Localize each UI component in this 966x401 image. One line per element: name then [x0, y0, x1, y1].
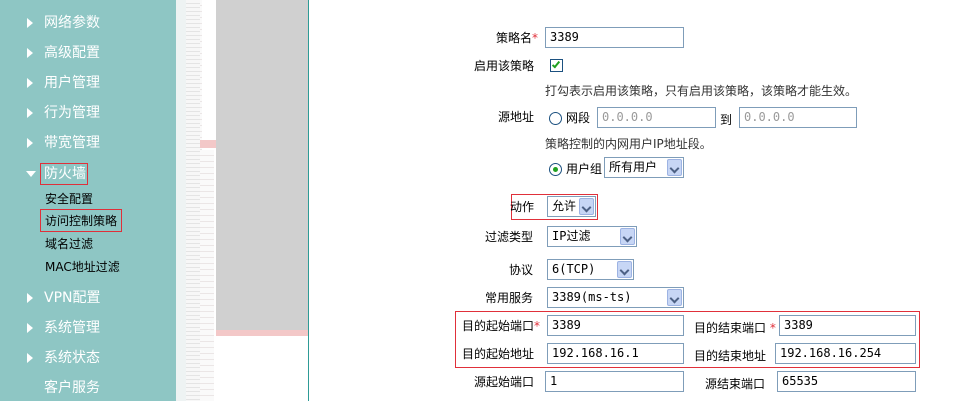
- chevron-right-icon: [27, 138, 33, 148]
- content-divider: [308, 0, 309, 401]
- dst-end-addr-label: 目的结束地址: [694, 349, 767, 363]
- sidebar-item-label: 带宽管理: [44, 135, 100, 151]
- sidebar-item-label: 用户管理: [44, 75, 100, 91]
- chevron-down-icon: [26, 171, 36, 177]
- sidebar-subitem-access-control-policy[interactable]: 访问控制策略: [45, 212, 117, 230]
- sidebar-item-behavior-management[interactable]: 行为管理: [0, 101, 176, 125]
- protocol-label: 协议: [509, 263, 534, 277]
- chevron-right-icon: [27, 78, 33, 88]
- sidebar-item-label: 防火墙: [44, 166, 86, 182]
- policy-name-input[interactable]: 3389: [545, 27, 684, 48]
- sidebar-item-label: 高级配置: [44, 45, 100, 61]
- user-group-radio[interactable]: [549, 163, 562, 176]
- chevron-down-icon: [667, 159, 682, 176]
- user-group-value: 所有用户: [609, 160, 658, 174]
- enable-policy-hint: 打勾表示启用该策略，只有启用该策略，该策略才能生效。: [545, 84, 858, 98]
- enable-policy-checkbox[interactable]: [550, 59, 563, 72]
- chevron-right-icon: [27, 18, 33, 28]
- dst-start-addr-label: 目的起始地址: [462, 347, 535, 361]
- segment-label: 网段: [566, 111, 591, 125]
- common-service-value: 3389(ms-ts): [552, 290, 632, 304]
- dst-end-port-input[interactable]: 3389: [779, 315, 916, 336]
- action-select[interactable]: 允许: [547, 196, 596, 217]
- sidebar: 网络参数 高级配置 用户管理 行为管理 带宽管理 防火墙 安全配置 访问控制策略…: [0, 0, 176, 401]
- sidebar-item-label: 系统管理: [44, 320, 100, 336]
- sidebar-subitem-mac-filter[interactable]: MAC地址过滤: [45, 258, 120, 276]
- chevron-right-icon: [27, 48, 33, 58]
- segment-to-input[interactable]: 0.0.0.0: [739, 107, 857, 128]
- dst-end-addr-input[interactable]: 192.168.16.254: [775, 343, 916, 364]
- sidebar-item-advanced-config[interactable]: 高级配置: [0, 41, 176, 65]
- protocol-select[interactable]: 6(TCP): [547, 259, 634, 280]
- frame-texture: [186, 0, 200, 401]
- sidebar-item-label: 行为管理: [44, 105, 100, 121]
- sidebar-item-bandwidth-management[interactable]: 带宽管理: [0, 131, 176, 155]
- to-label: 到: [720, 113, 733, 127]
- sidebar-item-label: VPN配置: [44, 290, 101, 306]
- sidebar-item-user-management[interactable]: 用户管理: [0, 71, 176, 95]
- chevron-down-icon: [579, 198, 594, 215]
- dst-start-port-label: 目的起始端口*: [462, 319, 541, 333]
- frame-accent-line: [200, 140, 216, 148]
- filter-type-value: IP过滤: [552, 229, 591, 243]
- user-group-label: 用户组: [566, 162, 603, 176]
- sidebar-subitem-domain-filter[interactable]: 域名过滤: [45, 235, 93, 253]
- frame-gray-panel: [216, 0, 308, 330]
- sidebar-item-network-params[interactable]: 网络参数: [0, 11, 176, 35]
- segment-radio[interactable]: [549, 112, 562, 125]
- chevron-down-icon: [617, 261, 632, 278]
- sidebar-item-vpn-config[interactable]: VPN配置: [0, 286, 176, 310]
- src-start-port-input[interactable]: 1: [545, 371, 684, 392]
- policy-name-label: 策略名*: [496, 31, 539, 45]
- sidebar-item-label: 系统状态: [44, 350, 100, 366]
- source-address-label: 源地址: [498, 110, 535, 124]
- enable-policy-label: 启用该策略: [474, 59, 535, 73]
- protocol-value: 6(TCP): [552, 262, 596, 276]
- segment-from-input[interactable]: 0.0.0.0: [597, 107, 716, 128]
- common-service-select[interactable]: 3389(ms-ts): [547, 287, 684, 308]
- action-value: 允许: [552, 199, 577, 213]
- src-end-port-label: 源结束端口: [705, 377, 766, 391]
- frame-edge: [202, 0, 216, 150]
- chevron-right-icon: [27, 108, 33, 118]
- sidebar-item-label: 客户服务: [44, 380, 100, 396]
- frame-accent-line: [216, 330, 308, 336]
- filter-type-select[interactable]: IP过滤: [547, 226, 637, 247]
- sidebar-subitem-security-config[interactable]: 安全配置: [45, 190, 93, 208]
- filter-type-label: 过滤类型: [485, 230, 534, 244]
- sidebar-item-customer-service[interactable]: 客户服务: [0, 376, 176, 400]
- checkmark-icon: [551, 59, 561, 69]
- sidebar-item-firewall[interactable]: 防火墙: [0, 162, 176, 186]
- sidebar-item-system-management[interactable]: 系统管理: [0, 316, 176, 340]
- frame-border: [176, 0, 186, 401]
- chevron-down-icon: [620, 228, 635, 245]
- chevron-right-icon: [27, 323, 33, 333]
- src-start-port-label: 源起始端口: [474, 375, 535, 389]
- source-address-hint: 策略控制的内网用户IP地址段。: [545, 137, 712, 151]
- sidebar-item-system-status[interactable]: 系统状态: [0, 346, 176, 370]
- radio-selected-icon: [553, 167, 558, 172]
- common-service-label: 常用服务: [485, 291, 534, 305]
- src-end-port-input[interactable]: 65535: [777, 371, 916, 392]
- user-group-select[interactable]: 所有用户: [604, 157, 684, 178]
- chevron-right-icon: [27, 293, 33, 303]
- sidebar-item-label: 网络参数: [44, 15, 100, 31]
- dst-end-port-label: 目的结束端口 *: [694, 321, 776, 335]
- action-label: 动作: [510, 200, 535, 214]
- chevron-right-icon: [27, 353, 33, 363]
- dst-start-addr-input[interactable]: 192.168.16.1: [547, 343, 684, 364]
- dst-start-port-input[interactable]: 3389: [547, 315, 684, 336]
- chevron-down-icon: [667, 289, 682, 306]
